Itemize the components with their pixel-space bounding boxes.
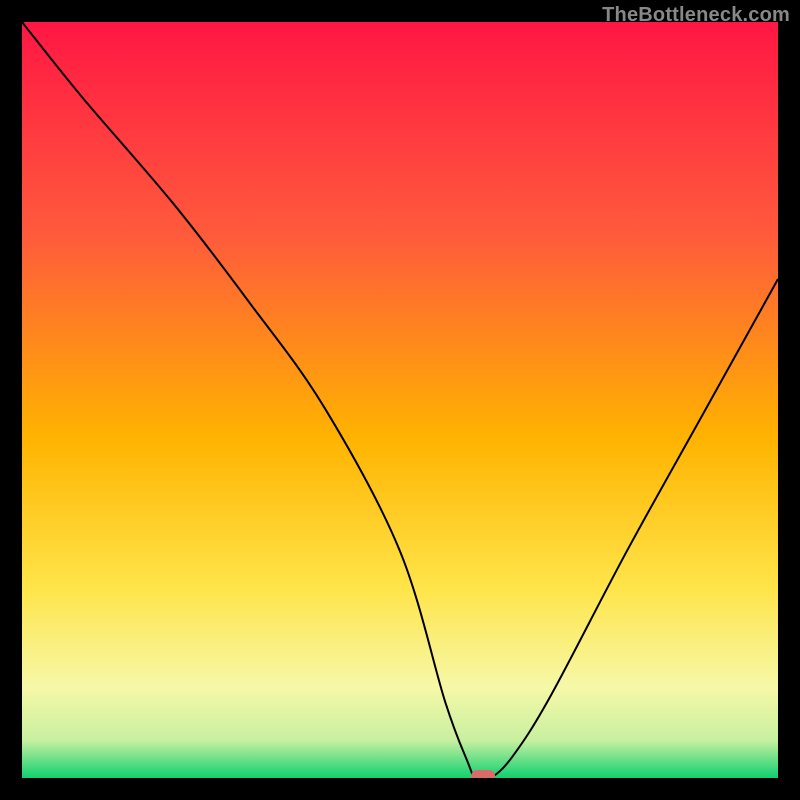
- chart-frame: TheBottleneck.com: [0, 0, 800, 800]
- optimal-marker: [471, 770, 495, 778]
- watermark-text: TheBottleneck.com: [602, 4, 790, 27]
- bottleneck-chart-svg: [22, 22, 778, 778]
- plot-area: [22, 22, 778, 778]
- gradient-background: [22, 22, 778, 778]
